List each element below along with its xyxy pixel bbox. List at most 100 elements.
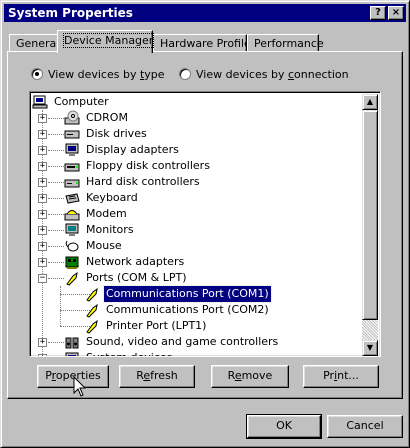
tree-item[interactable]: Display adapters (64, 142, 181, 158)
tree-item[interactable]: Monitors (64, 222, 136, 238)
tree-item[interactable]: Network adapters (64, 254, 186, 270)
tree-connector-line (48, 262, 64, 263)
tree-item-label: Disk drives (86, 127, 147, 140)
expand-icon[interactable]: + (38, 146, 47, 155)
cdrom-icon (64, 110, 80, 126)
disk-drive-icon (64, 126, 80, 142)
port-icon (84, 318, 100, 334)
view-by-connection-label-end: onnection (294, 68, 349, 81)
tree-connector-line (48, 214, 64, 215)
tree-item[interactable]: Disk drives (64, 126, 149, 142)
refresh-label-end: fresh (150, 369, 178, 382)
expand-icon[interactable]: + (38, 258, 47, 267)
print-button[interactable]: Print... (303, 365, 379, 388)
expand-icon[interactable]: + (38, 178, 47, 187)
device-tree-rows: Computer + CDROM + Disk drives + Display adapt… (30, 92, 364, 356)
tree-item[interactable]: Modem (64, 206, 129, 222)
scroll-up-button[interactable]: ▲ (362, 94, 378, 110)
tree-item[interactable]: Communications Port (COM2) (84, 302, 271, 318)
ok-button[interactable]: OK (246, 414, 322, 439)
tree-item[interactable]: Communications Port (COM1) (84, 285, 272, 303)
expand-icon[interactable]: + (38, 226, 47, 235)
expand-icon[interactable]: + (38, 114, 47, 123)
expand-icon[interactable]: + (38, 130, 47, 139)
tree-item-label: Communications Port (COM2) (106, 303, 269, 316)
tab-general[interactable]: General (9, 34, 59, 52)
tree-item-label: Hard disk controllers (86, 175, 200, 188)
expand-icon[interactable]: + (38, 338, 47, 347)
modem-icon (64, 206, 80, 222)
tree-item-label: Computer (54, 95, 109, 108)
cancel-button[interactable]: Cancel (327, 415, 403, 438)
tree-connector-line (48, 198, 64, 199)
tab-hardware-profiles-label: Hardware Profiles (160, 37, 257, 50)
system-properties-window: System Properties ? × General Device Man… (0, 0, 410, 448)
tab-hardware-profiles[interactable]: Hardware Profiles (153, 34, 257, 52)
tree-connector-line (48, 230, 64, 231)
close-button[interactable]: × (388, 6, 404, 20)
tree-connector-line (48, 150, 64, 151)
tab-device-manager[interactable]: Device Manager (57, 30, 155, 53)
view-by-connection-radio[interactable]: View devices by connection (179, 68, 349, 84)
remove-accesskey: e (234, 369, 242, 382)
keyboard-icon (64, 190, 80, 206)
tree-item-label: Sound, video and game controllers (86, 335, 279, 348)
tab-strip: General Device Manager Hardware Profiles… (9, 30, 403, 53)
window-title: System Properties (8, 6, 133, 20)
tree-item[interactable]: Sound, video and game controllers (64, 334, 280, 350)
tree-connector-line (48, 134, 64, 135)
tab-performance-label: Performance (254, 37, 324, 50)
remove-button[interactable]: Remove (211, 365, 289, 388)
tree-connector-line (48, 278, 64, 279)
tree-item-label: Floppy disk controllers (86, 159, 210, 172)
tree-item[interactable]: Computer (32, 94, 111, 110)
tree-item[interactable]: Hard disk controllers (64, 174, 202, 190)
expand-icon[interactable]: + (38, 162, 47, 171)
expand-icon[interactable]: + (38, 354, 47, 356)
system-devices-icon (64, 350, 80, 356)
help-button[interactable]: ? (370, 6, 386, 20)
expand-icon[interactable]: + (38, 242, 47, 251)
tree-item[interactable]: Mouse (64, 238, 124, 254)
scroll-thumb[interactable] (362, 110, 378, 320)
tab-performance[interactable]: Performance (247, 34, 324, 52)
tree-item[interactable]: CDROM (64, 110, 130, 126)
sound-controller-icon (64, 334, 80, 350)
port-icon (64, 270, 80, 286)
tab-device-manager-label: Device Manager (62, 33, 155, 48)
tree-item[interactable]: Printer Port (LPT1) (84, 318, 208, 334)
scroll-down-button[interactable]: ▼ (362, 340, 378, 356)
tree-item[interactable]: Keyboard (64, 190, 140, 206)
refresh-button[interactable]: Refresh (119, 365, 195, 388)
title-bar[interactable]: System Properties ? × (4, 4, 406, 22)
tree-item-label: Network adapters (86, 255, 185, 268)
tree-connector-line (48, 182, 64, 183)
tab-general-label: General (16, 37, 60, 50)
collapse-icon[interactable]: − (38, 274, 47, 283)
tree-connector-line (60, 286, 61, 326)
tree-connector-line (48, 246, 64, 247)
mouse-pointer-icon (73, 376, 87, 397)
mouse-icon (64, 238, 80, 254)
computer-icon (32, 94, 48, 110)
device-tree[interactable]: Computer + CDROM + Disk drives + Display adapt… (29, 91, 381, 357)
view-by-type-label-end: ype (144, 68, 165, 81)
expand-icon[interactable]: + (38, 210, 47, 219)
tree-item[interactable]: Floppy disk controllers (64, 158, 212, 174)
tree-item-label: Monitors (86, 223, 134, 236)
expand-icon[interactable]: + (38, 194, 47, 203)
tree-item[interactable]: Ports (COM & LPT) (64, 270, 189, 286)
view-by-type-radio[interactable]: View devices by type (31, 68, 165, 84)
network-adapter-icon (64, 254, 80, 270)
port-icon (84, 286, 100, 302)
tree-connector-line (48, 166, 64, 167)
tree-item-label: Ports (COM & LPT) (86, 271, 187, 284)
remove-label: R (227, 369, 235, 382)
port-icon (84, 302, 100, 318)
tree-item-label: Modem (86, 207, 127, 220)
tree-item[interactable]: System devices (64, 350, 174, 356)
tree-scrollbar[interactable]: ▲ ▼ (362, 94, 378, 356)
print-label-end: nt... (337, 369, 359, 382)
tree-item-label: Display adapters (86, 143, 179, 156)
floppy-controller-icon (64, 158, 80, 174)
